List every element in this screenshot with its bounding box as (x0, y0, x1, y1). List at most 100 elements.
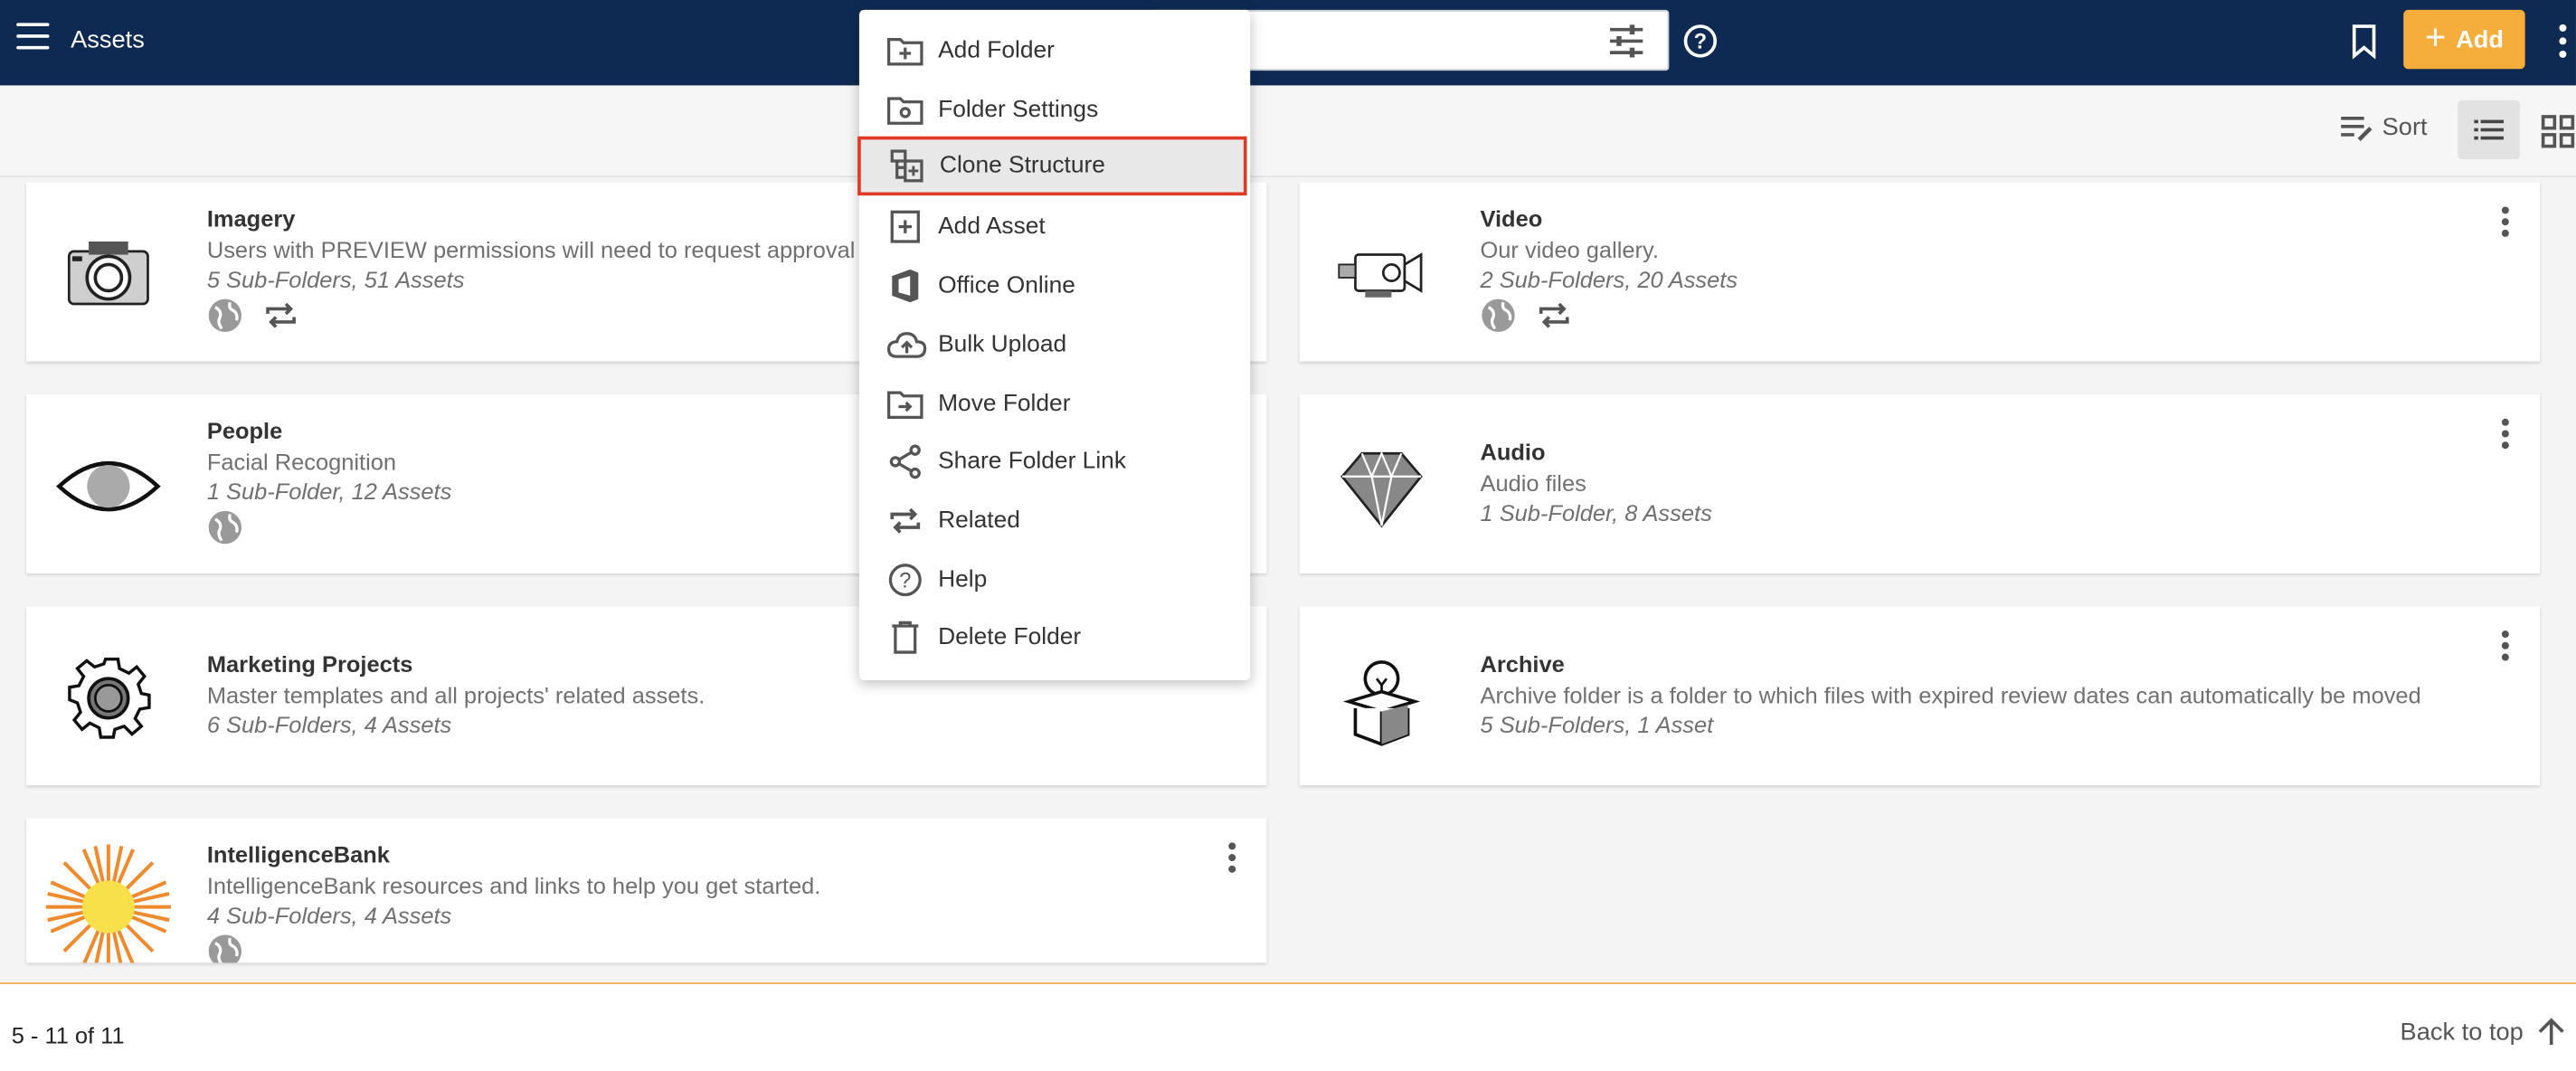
help-icon[interactable]: ? (1682, 23, 1719, 59)
menu-item-label: Related (938, 507, 1020, 535)
menu-item-move-folder[interactable]: Move Folder (859, 374, 1250, 433)
sun-icon (45, 844, 171, 963)
menu-item-label: Share Folder Link (938, 448, 1126, 475)
clone-structure-icon (890, 149, 923, 183)
top-bar: Assets ? + Add (0, 0, 2576, 86)
folder-counts: 4 Sub-Folders, 4 Assets (206, 902, 452, 929)
arrow-up-icon (2538, 1018, 2564, 1046)
pagination-status: 5 - 11 of 11 (11, 1021, 125, 1048)
toolbar: Sort (0, 85, 2576, 178)
list-view-icon (2474, 119, 2505, 140)
list-view-button[interactable] (2458, 100, 2521, 160)
folder-card[interactable]: IntelligenceBank IntelligenceBank resour… (26, 818, 1267, 963)
add-button[interactable]: + Add (2403, 9, 2525, 70)
folder-counts: 1 Sub-Folder, 12 Assets (206, 478, 452, 505)
help-icon: ? (888, 564, 922, 597)
folder-description: Users with PREVIEW permissions will need… (206, 236, 875, 263)
menu-item-label: Delete Folder (938, 624, 1082, 651)
folder-name[interactable]: Video (1480, 205, 1542, 232)
globe-icon (1482, 299, 1515, 332)
menu-item-bulk-upload[interactable]: Bulk Upload (859, 316, 1250, 374)
folder-counts: 2 Sub-Folders, 20 Assets (1480, 266, 1738, 293)
menu-item-label: Move Folder (938, 391, 1071, 418)
back-to-top-button[interactable]: Back to top (2401, 1017, 2567, 1047)
menu-item-help[interactable]: ? Help (859, 550, 1250, 609)
trash-icon (892, 621, 919, 654)
repeat-icon (890, 507, 921, 534)
folder-description: Audio files (1480, 469, 1586, 497)
bookmark-icon[interactable] (2349, 23, 2379, 60)
office-icon (892, 269, 919, 303)
more-vertical-icon[interactable] (2500, 205, 2510, 238)
folder-description: Our video gallery. (1480, 236, 1659, 263)
globe-icon (208, 934, 242, 963)
menu-item-label: Add Folder (938, 37, 1055, 64)
add-button-label: Add (2456, 25, 2505, 54)
folder-plus-icon (886, 37, 923, 66)
gear-icon (68, 657, 151, 739)
folder-context-menu: Add Folder Folder Settings Clone Structu… (857, 9, 1251, 680)
menu-item-add-asset[interactable]: Add Asset (859, 197, 1250, 256)
globe-icon (208, 510, 242, 545)
menu-item-folder-settings[interactable]: Folder Settings (859, 81, 1250, 139)
menu-item-label: Clone Structure (939, 152, 1105, 179)
footer: 5 - 11 of 11 Back to top (0, 982, 2576, 1071)
grid-view-icon[interactable] (2540, 113, 2576, 149)
folder-name[interactable]: IntelligenceBank (207, 841, 390, 867)
folder-counts: 5 Sub-Folders, 1 Asset (1480, 711, 1714, 738)
sort-button[interactable]: Sort (2339, 113, 2428, 142)
menu-item-delete-folder[interactable]: Delete Folder (859, 608, 1250, 667)
globe-icon (208, 299, 242, 332)
folder-description: Facial Recognition (206, 448, 397, 475)
camera-icon (67, 241, 149, 306)
video-camera-icon (1338, 252, 1423, 298)
folder-name[interactable]: People (207, 417, 282, 443)
folder-name[interactable]: Audio (1480, 439, 1545, 465)
menu-item-label: Folder Settings (938, 97, 1099, 124)
folder-card[interactable]: Video Our video gallery. 2 Sub-Folders, … (1299, 182, 2540, 362)
back-to-top-label: Back to top (2400, 1018, 2524, 1047)
menu-item-add-folder[interactable]: Add Folder (859, 22, 1250, 81)
menu-item-label: Bulk Upload (938, 331, 1067, 358)
app-title: Assets (71, 26, 145, 54)
menu-item-clone-structure[interactable]: Clone Structure (857, 136, 1247, 196)
folder-name[interactable]: Imagery (207, 205, 296, 232)
repeat-icon[interactable] (263, 298, 299, 334)
more-vertical-icon[interactable] (2500, 417, 2510, 450)
more-vertical-icon[interactable] (2500, 630, 2510, 662)
menu-item-label: Help (938, 566, 988, 593)
folder-move-icon (886, 391, 923, 419)
folder-gear-icon (886, 97, 923, 125)
folder-description: Master templates and all projects' relat… (206, 681, 706, 708)
menu-item-label: Add Asset (938, 213, 1046, 241)
folder-counts: 5 Sub-Folders, 51 Assets (206, 266, 465, 293)
cloud-upload-icon (886, 332, 927, 358)
svg-text:?: ? (899, 569, 911, 592)
sort-icon (2341, 116, 2372, 141)
sort-label: Sort (2382, 113, 2428, 142)
menu-item-office-online[interactable]: Office Online (859, 256, 1250, 315)
filter-sliders-icon[interactable] (1608, 24, 1644, 58)
folder-description: IntelligenceBank resources and links to … (206, 872, 821, 899)
folder-name[interactable]: Marketing Projects (207, 650, 413, 677)
folder-name[interactable]: Archive (1480, 650, 1564, 677)
more-vertical-icon[interactable] (1227, 841, 1237, 874)
folder-card[interactable]: Audio Audio files 1 Sub-Folder, 8 Assets (1299, 393, 2540, 573)
menu-item-label: Office Online (938, 272, 1075, 299)
eye-icon (56, 460, 161, 512)
menu-item-share-folder-link[interactable]: Share Folder Link (859, 432, 1250, 491)
repeat-icon[interactable] (1536, 298, 1572, 334)
folder-counts: 6 Sub-Folders, 4 Assets (206, 711, 452, 738)
svg-text:?: ? (1694, 31, 1707, 54)
folder-card[interactable]: Archive Archive folder is a folder to wh… (1299, 606, 2540, 786)
lightbulb-box-icon (1342, 660, 1421, 746)
plus-box-icon (890, 210, 920, 243)
folder-description: Archive folder is a folder to which file… (1480, 681, 2421, 708)
more-vertical-icon[interactable] (2556, 23, 2570, 59)
hamburger-menu-icon[interactable] (16, 23, 50, 52)
menu-item-related[interactable]: Related (859, 491, 1250, 550)
share-icon (889, 444, 921, 479)
diamond-icon (1340, 450, 1423, 528)
plus-icon: + (2424, 16, 2447, 58)
folder-counts: 1 Sub-Folder, 8 Assets (1480, 499, 1712, 526)
